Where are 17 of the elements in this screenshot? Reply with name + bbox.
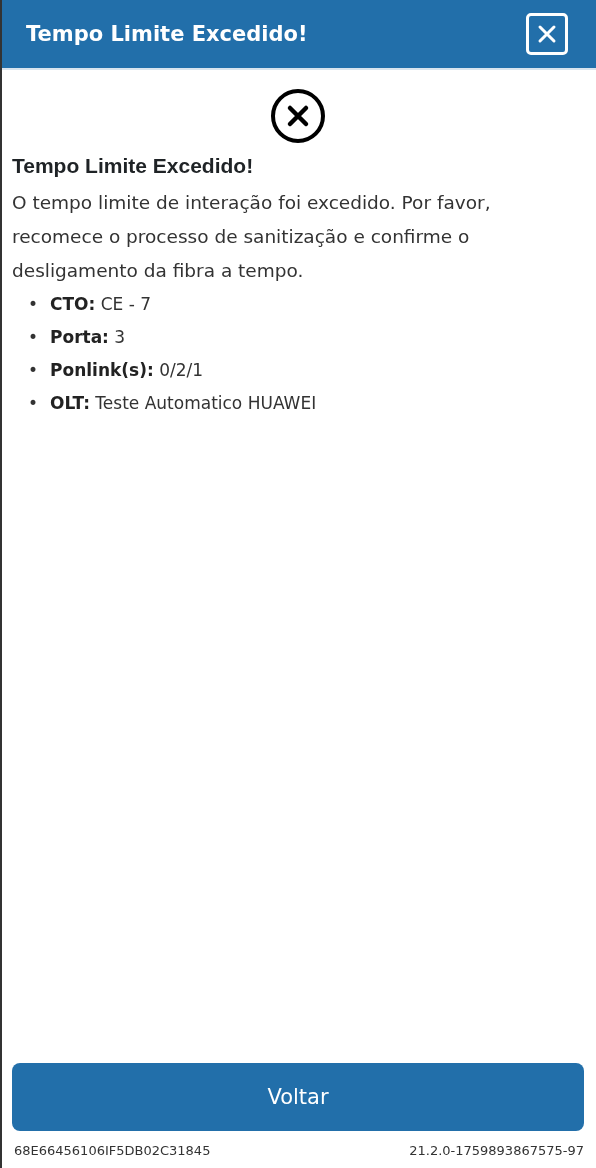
detail-item: Porta: 3: [50, 327, 126, 347]
version-label: 21.2.0-1759893867575-97: [409, 1143, 584, 1158]
window-title: Tempo Limite Excedido!: [26, 22, 308, 46]
message-heading: Tempo Limite Excedido!: [12, 154, 255, 178]
error-icon: [270, 88, 326, 144]
bullet: •: [28, 326, 40, 349]
close-icon: [537, 24, 557, 44]
bullet: •: [28, 359, 40, 382]
back-button[interactable]: Voltar: [12, 1063, 584, 1131]
message-text: O tempo limite de interação foi excedido. Por favor, recomece o processo de sanitização e confirme o desligamento da fibra a tempo.: [12, 191, 492, 283]
bullet: •: [28, 293, 40, 316]
detail-item: Ponlink(s): 0/2/1: [50, 360, 204, 380]
close-button[interactable]: [526, 13, 568, 55]
device-id: 68E66456106IF5DB02C31845: [14, 1143, 211, 1158]
detail-item: OLT: Teste Automatico HUAWEI: [50, 393, 317, 413]
detail-item: CTO: CE - 7: [50, 294, 152, 314]
bullet: •: [28, 392, 40, 415]
